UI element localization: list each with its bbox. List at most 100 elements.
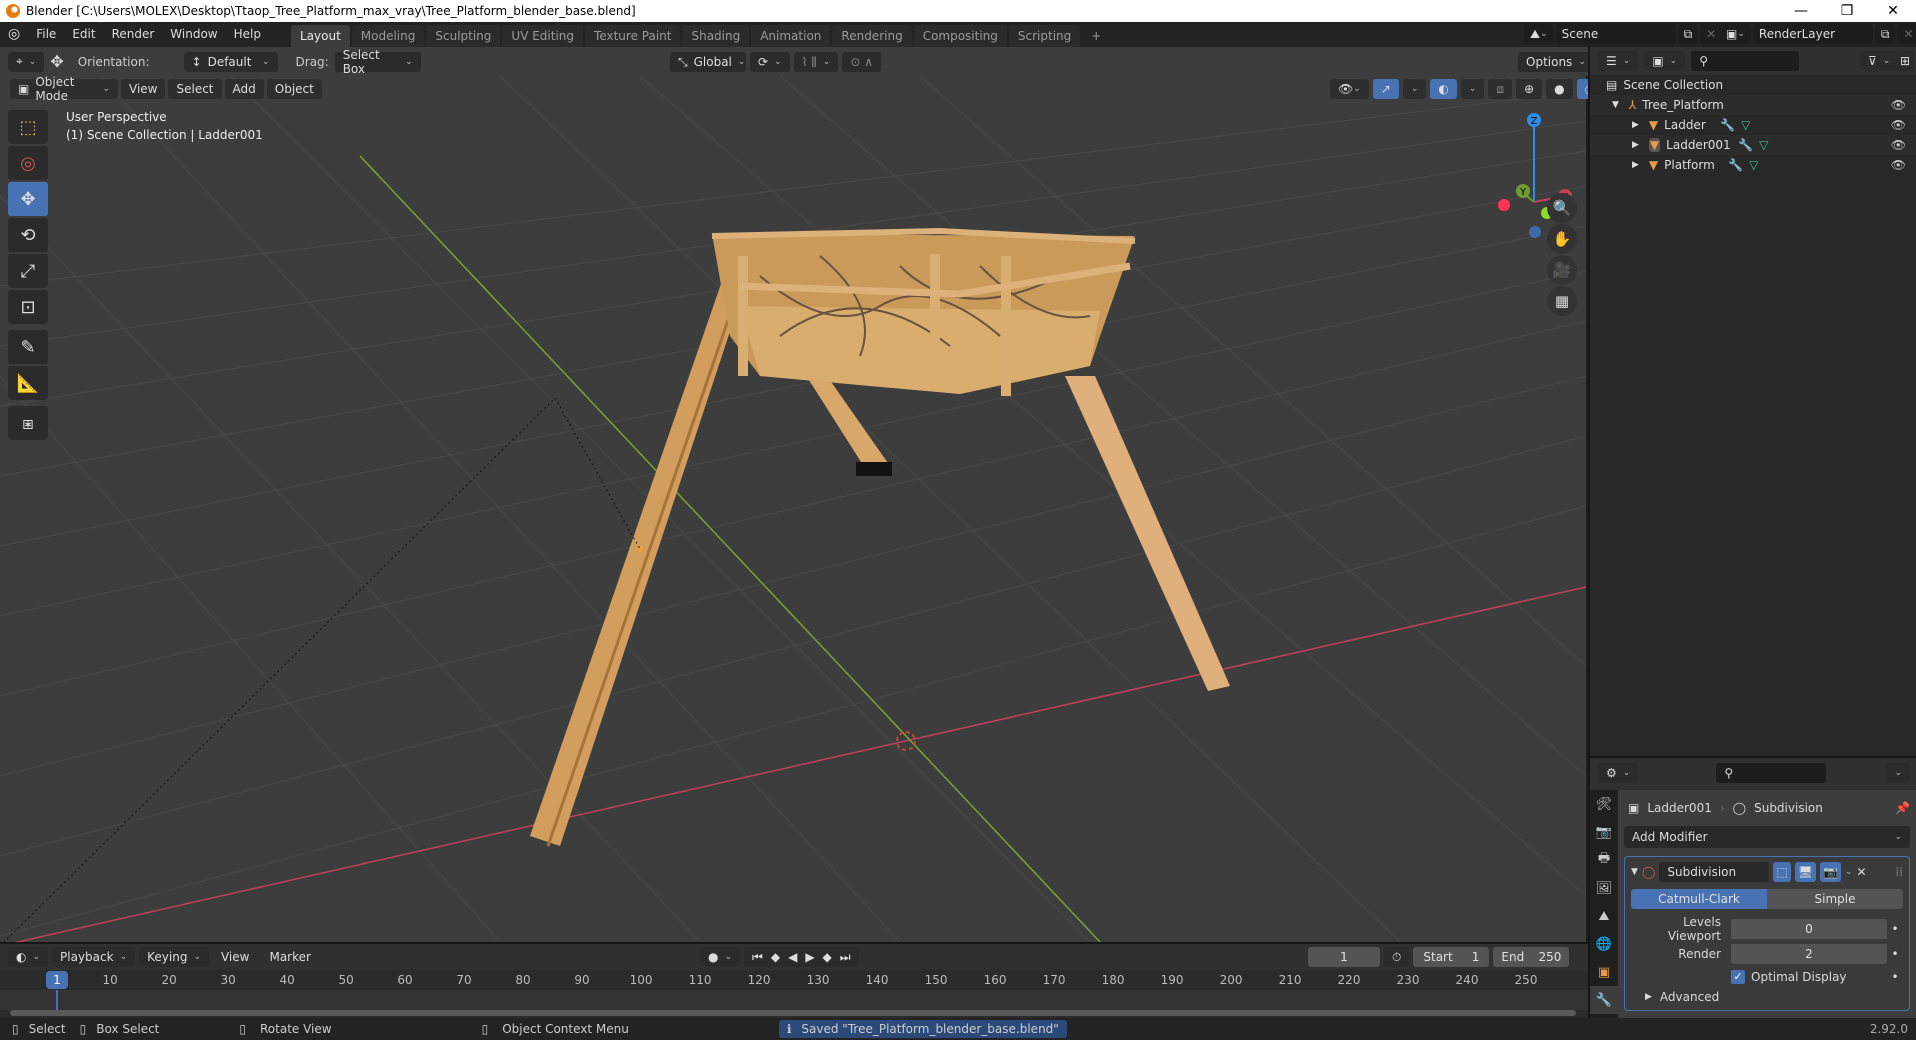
play-reverse-icon[interactable]: ◀ — [788, 950, 797, 964]
tab-uv-editing[interactable]: UV Editing — [502, 25, 584, 47]
editor-type-icon[interactable]: ⚙ ⌄ — [1598, 763, 1639, 783]
modifier-wrench-icon[interactable]: 🔧 — [1720, 118, 1735, 132]
outliner-row-ladder001[interactable]: ▶ ▼ Ladder001 🔧 ▽ 👁 — [1590, 135, 1916, 155]
remove-scene-icon[interactable]: ✕ — [1700, 24, 1723, 44]
camera-view-icon[interactable]: 🎥 — [1547, 255, 1577, 285]
tab-rendering[interactable]: Rendering — [832, 25, 912, 47]
modifier-wrench-icon[interactable]: 🔧 — [1738, 138, 1753, 152]
scale-tool-icon[interactable]: ⤢ — [8, 254, 48, 288]
add-cube-tool-icon[interactable]: ⧆ — [8, 406, 48, 440]
timeline-scrollbar[interactable] — [10, 1010, 1576, 1016]
outliner-row-ladder[interactable]: ▶ ▼ Ladder 🔧 ▽ 👁 — [1590, 115, 1916, 135]
scene-name-field[interactable]: Scene — [1555, 24, 1676, 44]
jump-end-icon[interactable]: ⏭ — [840, 950, 851, 965]
menu-add[interactable]: Add — [224, 79, 264, 99]
tab-modeling[interactable]: Modeling — [351, 25, 425, 47]
tab-animation[interactable]: Animation — [751, 25, 831, 47]
remove-modifier-icon[interactable]: ✕ — [1856, 865, 1866, 879]
measure-tool-icon[interactable]: 📐 — [8, 366, 48, 400]
filter-icon[interactable]: ⊽ ⌄ — [1860, 51, 1899, 71]
jump-start-icon[interactable]: ⏮ — [752, 950, 763, 965]
cursor-tool-icon[interactable]: ◎ — [8, 146, 48, 180]
scene-icon[interactable]: ⛰ ⌄ — [1524, 24, 1554, 44]
render-tab-icon[interactable]: 📷 — [1590, 818, 1618, 846]
end-frame-field[interactable]: End 250 — [1493, 947, 1570, 967]
output-tab-icon[interactable]: 🖶 — [1590, 846, 1618, 874]
outliner-row-scene-collection[interactable]: ▤ Scene Collection — [1590, 75, 1916, 95]
overlay-dropdown[interactable]: ⌄ — [1460, 79, 1485, 99]
tab-layout[interactable]: Layout — [290, 25, 350, 47]
keyframe-track[interactable] — [0, 990, 1588, 1010]
zoom-view-icon[interactable]: 🔍 — [1547, 193, 1577, 223]
outliner-search-input[interactable]: ⚲ — [1691, 51, 1800, 71]
tab-texture-paint[interactable]: Texture Paint — [585, 25, 681, 47]
keyframe-dot-icon[interactable]: • — [1887, 970, 1903, 984]
annotate-tool-icon[interactable]: ✎ — [8, 330, 48, 364]
modifier-menu-dropdown[interactable]: ⌄ — [1845, 867, 1853, 877]
menu-object[interactable]: Object — [266, 79, 322, 99]
optimal-display-checkbox[interactable]: ✓ — [1731, 970, 1745, 984]
gizmo-dropdown[interactable]: ⌄ — [1402, 79, 1427, 99]
tab-compositing[interactable]: Compositing — [913, 25, 1007, 47]
world-tab-icon[interactable]: 🌐 — [1590, 930, 1618, 958]
outliner-row-platform[interactable]: ▶ ▼ Platform 🔧 ▽ 👁 — [1590, 155, 1916, 175]
options-dropdown[interactable]: Options ⌄ — [1518, 52, 1594, 72]
tab-scripting[interactable]: Scripting — [1008, 25, 1081, 47]
tool-tab-icon[interactable]: 🛠 — [1590, 790, 1618, 818]
visibility-eye-icon[interactable]: 👁 — [1891, 158, 1906, 172]
catmull-clark-button[interactable]: Catmull-Clark — [1631, 889, 1767, 909]
visibility-icon[interactable]: 👁 ⌄ — [1330, 79, 1369, 99]
properties-options-dropdown[interactable]: ⌄ — [1886, 763, 1910, 783]
new-scene-icon[interactable]: ⧉ — [1677, 24, 1699, 44]
modifier-tab-icon[interactable]: 🔧 — [1590, 986, 1618, 1014]
marker-menu[interactable]: Marker — [261, 945, 318, 970]
editor-type-clock-icon[interactable]: ◐ ⌄ — [8, 947, 49, 967]
visibility-eye-icon[interactable]: 👁 — [1891, 118, 1906, 132]
orientation-dropdown[interactable]: ↕ Default ⌄ — [183, 51, 278, 72]
timeline-view-menu[interactable]: View — [213, 945, 257, 970]
add-workspace-button[interactable]: + — [1082, 25, 1110, 47]
pan-view-icon[interactable]: ✋ — [1547, 224, 1577, 254]
levels-viewport-field[interactable]: 0 — [1731, 919, 1887, 939]
snap-toggle[interactable]: ⌇ ⫼ ⌄ — [793, 52, 839, 72]
overlay-toggle-icon[interactable]: ◐ — [1430, 79, 1457, 99]
filter-view-icon[interactable]: ▣ ⌄ — [1644, 51, 1686, 71]
transform-orientation-dropdown[interactable]: ⤡ Global ⌄ — [670, 52, 746, 72]
menu-render[interactable]: Render — [104, 22, 163, 47]
select-box-tool-icon[interactable]: ⬚ — [8, 110, 48, 144]
tab-shading[interactable]: Shading — [682, 25, 750, 47]
scene-tab-icon[interactable]: ⛰ — [1590, 902, 1618, 930]
expand-arrow-icon[interactable]: ▶ — [1632, 140, 1639, 150]
modifier-name-field[interactable]: Subdivision — [1659, 862, 1770, 882]
edit-mode-toggle-icon[interactable]: ⬚ — [1773, 862, 1791, 882]
keying-menu[interactable]: Keying ⌄ — [139, 947, 209, 967]
viewport-display-toggle-icon[interactable]: 🖥 — [1794, 862, 1816, 882]
render-levels-field[interactable]: 2 — [1731, 944, 1887, 964]
proportional-editing-toggle[interactable]: ⊙ ∧ — [842, 52, 882, 72]
add-modifier-dropdown[interactable]: Add Modifier ⌄ — [1624, 826, 1910, 848]
move-tool-button-icon[interactable]: ✥ — [8, 182, 48, 216]
collapse-arrow-icon[interactable]: ▼ — [1631, 867, 1638, 877]
3d-viewport[interactable]: Z X Y — [0, 76, 1586, 942]
menu-view[interactable]: View — [121, 79, 166, 99]
keyframe-dot-icon[interactable]: • — [1887, 922, 1903, 936]
new-collection-icon[interactable]: ⊞ — [1896, 51, 1915, 71]
object-tab-icon[interactable]: ▣ — [1590, 958, 1618, 986]
current-frame-field[interactable]: 1 — [1308, 947, 1380, 967]
minimize-button[interactable]: — — [1778, 0, 1824, 22]
menu-select[interactable]: Select — [168, 79, 222, 99]
display-mode-icon[interactable]: ☰ ⌄ — [1598, 51, 1639, 71]
pivot-point-dropdown[interactable]: ⟳ ⌄ — [750, 52, 790, 72]
play-icon[interactable]: ▶ — [805, 950, 814, 964]
visibility-eye-icon[interactable]: 👁 — [1891, 98, 1906, 112]
next-keyframe-icon[interactable]: ◆ — [823, 950, 832, 964]
remove-view-layer-icon[interactable]: ✕ — [1897, 24, 1916, 44]
mesh-data-icon[interactable]: ▽ — [1741, 118, 1750, 132]
ortho-toggle-icon[interactable]: ▦ — [1547, 286, 1577, 316]
menu-window[interactable]: Window — [162, 22, 225, 47]
xray-toggle-icon[interactable]: ⧈ — [1488, 79, 1513, 99]
gizmo-toggle-icon[interactable]: ↗ — [1372, 79, 1399, 99]
auto-keying-toggle-icon[interactable]: ● ⌄ — [700, 947, 741, 967]
view-layer-name-field[interactable]: RenderLayer — [1752, 24, 1873, 44]
playhead-frame-indicator[interactable]: 1 — [46, 971, 68, 989]
